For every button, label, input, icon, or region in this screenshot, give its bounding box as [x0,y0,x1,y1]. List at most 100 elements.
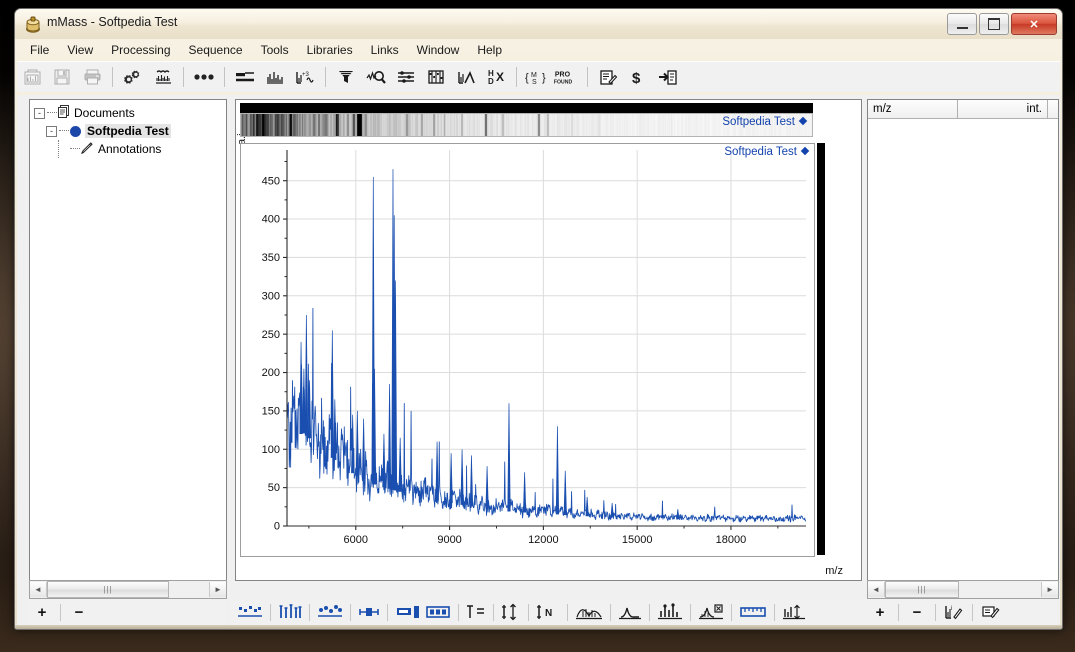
baseline-icon[interactable] [231,64,259,90]
toolbar-separator [493,603,494,621]
svg-text:$: $ [632,70,641,86]
peak-search-icon[interactable] [362,64,390,90]
normalize-n-icon[interactable]: N [534,601,562,623]
spectrum-vertical-bar[interactable] [817,143,825,555]
svg-text:X: X [496,70,504,84]
expander-documents[interactable]: - [34,107,45,119]
peak-envelope-icon[interactable] [573,601,605,623]
svg-text:+3: +3 [302,72,310,78]
ruler-icon[interactable] [737,601,769,623]
isotope-pattern-icon[interactable] [655,601,685,623]
show-labels-icon[interactable] [235,601,265,623]
toolbar-separator [112,67,113,87]
save-document-icon[interactable] [48,64,76,90]
deisotoping-icon[interactable]: +3 [291,64,319,90]
window-controls: ✕ [947,13,1057,35]
remove-peak-button[interactable]: − [904,601,930,623]
scroll-right-arrow[interactable]: ► [1041,582,1058,597]
alignment-icon[interactable] [392,64,420,90]
calibration-icon[interactable] [452,64,480,90]
minimize-button[interactable] [947,13,977,35]
mascot-icon[interactable]: { M S } [523,64,551,90]
menu-help[interactable]: Help [468,41,511,59]
notes-icon[interactable] [594,64,622,90]
export-icon[interactable] [654,64,682,90]
processing-gears-icon[interactable] [119,64,147,90]
scroll-thumb[interactable]: ||| [885,581,959,598]
show-ticks-icon[interactable] [276,601,304,623]
dollar-icon[interactable]: $ [624,64,652,90]
profound-icon[interactable]: PRO FOUND [553,64,581,90]
menu-sequence[interactable]: Sequence [180,41,252,59]
tree-item-documents[interactable]: - Documents [34,104,224,122]
peaklist-column-int[interactable]: int. [958,100,1048,119]
tracker-icon[interactable] [423,601,453,623]
gel-view-header-bar [240,103,813,113]
chart-footer-toolbar: N [231,599,867,625]
peaklist-body[interactable] [868,119,1058,574]
peaklist-hscrollbar[interactable]: ◄ ||| ► [867,580,1059,599]
spectrum-plot-svg: 0 50 100 150 200 250 300 350 400 450 6000 9000 12000… [262,150,807,546]
cursor-info-icon[interactable] [464,601,488,623]
posture-icon[interactable] [356,601,382,623]
menu-window[interactable]: Window [408,41,469,59]
peak-annotation-icon[interactable] [696,601,726,623]
gel-view-icon[interactable] [393,601,423,623]
open-document-icon[interactable] [18,64,46,90]
show-points-icon[interactable] [315,601,345,623]
single-peak-icon[interactable] [616,601,644,623]
add-peak-button[interactable]: + [867,601,893,623]
svg-text:M: M [531,72,537,79]
menu-tools[interactable]: Tools [252,41,298,59]
tree-item-document[interactable]: - Softpedia Test [34,122,224,140]
expander-document[interactable]: - [46,125,57,137]
menu-view[interactable]: View [58,41,102,59]
gel-legend-diamond-icon [798,116,808,126]
menu-file[interactable]: File [21,41,58,59]
annotate-peak-button[interactable]: i [941,601,967,623]
maximize-button[interactable] [979,13,1009,35]
peaklist-footer-toolbar: + − i [867,599,1057,625]
remove-document-button[interactable]: − [66,601,92,623]
svg-text:18000: 18000 [716,534,747,546]
title-bar: mMass - Softpedia Test ✕ [15,9,1062,39]
scroll-left-arrow[interactable]: ◄ [30,582,47,597]
peaklist-header: m/z int. [868,100,1058,119]
documents-icon [58,105,70,121]
menu-processing[interactable]: Processing [102,41,179,59]
toolbar-separator [350,603,351,621]
minimize-icon [956,26,968,29]
spectrum-peaks-icon[interactable] [261,64,289,90]
toolbar-separator [60,603,61,621]
gel-view-strip[interactable]: Softpedia Test [240,113,813,137]
close-button[interactable]: ✕ [1011,13,1057,35]
menu-links[interactable]: Links [362,41,408,59]
client-area: - Documents - Softpedia Test Annotations… [17,95,1060,627]
toolbar-separator [972,603,973,621]
filter-icon[interactable] [332,64,360,90]
tree-item-annotations[interactable]: Annotations [34,140,224,158]
menu-libraries[interactable]: Libraries [298,41,362,59]
scroll-left-arrow[interactable]: ◄ [868,582,885,597]
peak-picking-icon[interactable] [149,64,177,90]
more-options-icon[interactable] [190,64,218,90]
peak-differences-icon[interactable] [780,601,808,623]
autoscale-icon[interactable] [499,601,523,623]
peaklist-column-mz[interactable]: m/z [868,100,958,119]
edit-notes-button[interactable] [978,601,1004,623]
documents-hscrollbar[interactable]: ◄ ||| ► [29,580,227,599]
spectrum-plot[interactable]: 0 50 100 150 200 250 300 350 400 450 6000 9000 12000… [240,143,815,557]
add-document-button[interactable]: + [29,601,55,623]
x-axis-label: m/z [825,565,843,577]
annotations-pencil-icon [80,141,94,157]
sequence-icon[interactable] [422,64,450,90]
print-icon[interactable] [78,64,106,90]
scroll-right-arrow[interactable]: ► [209,582,226,597]
svg-text:200: 200 [262,367,280,379]
toolbar-separator [516,67,517,87]
svg-text:100: 100 [262,444,280,456]
scroll-thumb[interactable]: ||| [47,581,169,598]
hdx-icon[interactable]: H D X [482,64,510,90]
desktop-background: SOFTPEDIA mMass - Softpedia Test [0,0,1075,652]
toolbar-separator [325,67,326,87]
